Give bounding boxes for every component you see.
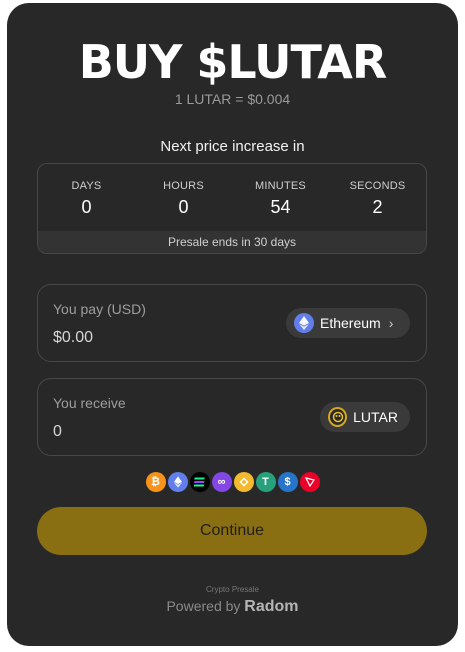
countdown-minutes: MINUTES 54: [232, 164, 329, 232]
footer-caption: Crypto Presale: [206, 585, 259, 594]
exchange-rate: 1 LUTAR = $0.004: [174, 91, 291, 107]
pay-token-label: Ethereum: [320, 315, 381, 331]
polygon-icon: ∞: [211, 472, 232, 492]
countdown-days: DAYS 0: [38, 164, 135, 232]
countdown-unit: MINUTES: [255, 180, 306, 192]
pay-label: You pay (USD): [53, 301, 146, 317]
pay-field[interactable]: You pay (USD) $0.00 Ethereum ›: [37, 284, 427, 362]
ethereum-icon: [294, 313, 314, 333]
countdown-value: 2: [372, 197, 383, 217]
countdown-panel: DAYS 0 HOURS 0 MINUTES 54 SECONDS 2 Pres…: [37, 163, 427, 254]
receive-field: You receive 0 LUTAR: [37, 378, 427, 456]
powered-by-label: Powered by: [166, 598, 241, 614]
countdown-label: Next price increase in: [160, 138, 305, 155]
countdown-unit: DAYS: [71, 180, 102, 192]
presale-ends-note: Presale ends in 30 days: [38, 231, 426, 253]
countdown-value: 0: [81, 197, 92, 217]
solana-icon: [189, 472, 210, 492]
countdown-unit: HOURS: [163, 180, 204, 192]
tether-icon: T: [255, 472, 276, 492]
countdown-value: 54: [270, 197, 291, 217]
usdc-icon: $: [277, 472, 298, 492]
countdown-seconds: SECONDS 2: [329, 164, 426, 232]
countdown-hours: HOURS 0: [135, 164, 232, 232]
receive-token-badge: LUTAR: [320, 402, 410, 432]
pay-amount-input[interactable]: $0.00: [53, 329, 93, 347]
receive-amount: 0: [53, 423, 62, 440]
bnb-icon: [233, 472, 254, 492]
receive-token-label: LUTAR: [353, 409, 398, 425]
tron-icon: [299, 472, 320, 492]
receive-label: You receive: [53, 395, 126, 411]
chevron-right-icon: ›: [388, 315, 394, 331]
lutar-token-icon: [328, 407, 348, 427]
page-title: BUY $LUTAR: [78, 35, 388, 89]
radom-logo: Radom: [244, 598, 299, 615]
accepted-coins-row: ₿ ∞ T $: [7, 472, 458, 492]
continue-button[interactable]: Continue: [37, 507, 427, 555]
presale-widget: BUY $LUTAR 1 LUTAR = $0.004 Next price i…: [7, 3, 458, 646]
countdown-unit: SECONDS: [349, 180, 406, 192]
bitcoin-icon: ₿: [145, 472, 166, 492]
powered-by[interactable]: Powered by Radom: [7, 598, 458, 616]
pay-token-selector[interactable]: Ethereum ›: [286, 308, 410, 338]
countdown-value: 0: [178, 197, 189, 217]
ethereum-icon: [167, 472, 188, 492]
